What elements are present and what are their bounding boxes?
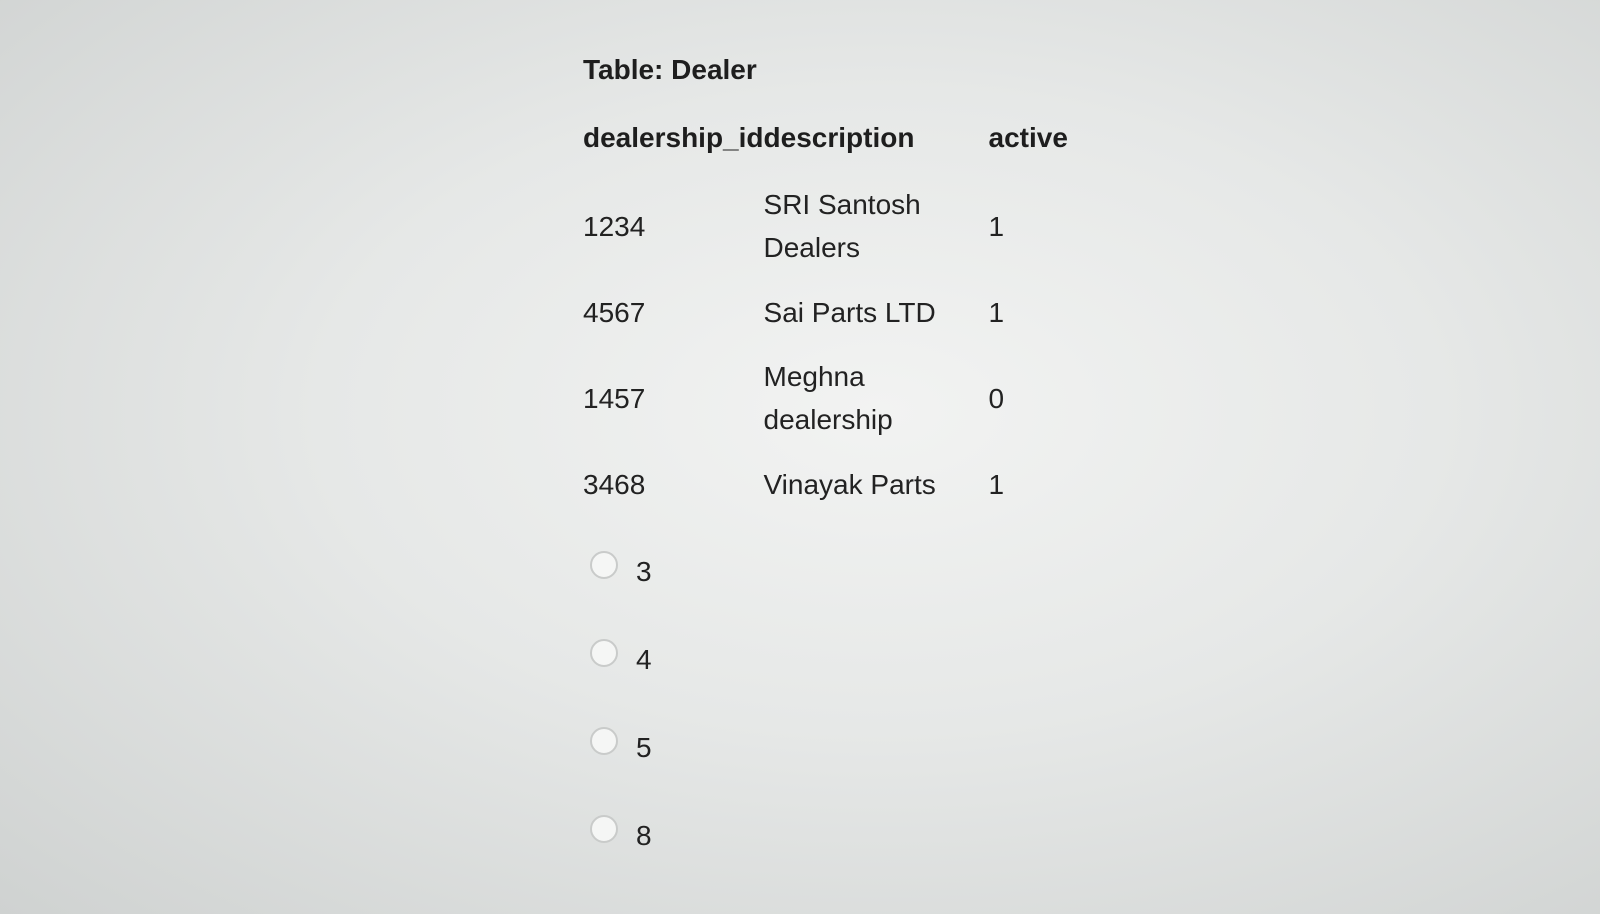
cell-active: 0 <box>988 382 1005 414</box>
answer-option[interactable]: 3 <box>590 528 652 616</box>
table-header-row: dealership_id description active <box>583 100 1109 176</box>
answer-options: 3 4 5 8 <box>590 528 652 880</box>
column-header-active: active <box>988 122 1068 153</box>
cell-dealership-id: 1234 <box>583 210 646 242</box>
radio-button[interactable] <box>590 639 618 667</box>
cell-active: 1 <box>988 210 1005 242</box>
cell-description: Meghna dealership <box>763 361 893 435</box>
answer-option[interactable]: 4 <box>590 616 652 704</box>
answer-option-label: 4 <box>636 644 652 675</box>
question-content: Table: Dealer dealership_id description … <box>583 40 1183 520</box>
table-row: 1234 SRI Santosh Dealers 1 <box>583 176 1109 276</box>
cell-active: 1 <box>988 296 1005 328</box>
cell-dealership-id: 4567 <box>583 296 646 328</box>
table-row: 3468 Vinayak Parts 1 <box>583 448 1109 520</box>
cell-dealership-id: 1457 <box>583 382 646 414</box>
cell-description: SRI Santosh Dealers <box>763 189 921 263</box>
answer-option-label: 3 <box>636 556 652 587</box>
column-header-description: description <box>763 122 915 153</box>
radio-button[interactable] <box>590 815 618 843</box>
answer-option-label: 8 <box>636 820 652 851</box>
column-header-dealership-id: dealership_id <box>583 122 764 153</box>
cell-description: Vinayak Parts <box>763 468 936 500</box>
answer-option[interactable]: 5 <box>590 704 652 792</box>
dealer-table: dealership_id description active 1234 SR… <box>583 100 1109 520</box>
answer-option-label: 5 <box>636 732 652 763</box>
question-page: Table: Dealer dealership_id description … <box>0 0 1600 914</box>
radio-button[interactable] <box>590 727 618 755</box>
cell-description: Sai Parts LTD <box>763 296 936 328</box>
answer-option[interactable]: 8 <box>590 792 652 880</box>
cell-active: 1 <box>988 468 1005 500</box>
table-row: 4567 Sai Parts LTD 1 <box>583 276 1109 348</box>
table-row: 1457 Meghna dealership 0 <box>583 348 1109 448</box>
table-title: Table: Dealer <box>583 54 757 85</box>
cell-dealership-id: 3468 <box>583 468 646 500</box>
radio-button[interactable] <box>590 551 618 579</box>
